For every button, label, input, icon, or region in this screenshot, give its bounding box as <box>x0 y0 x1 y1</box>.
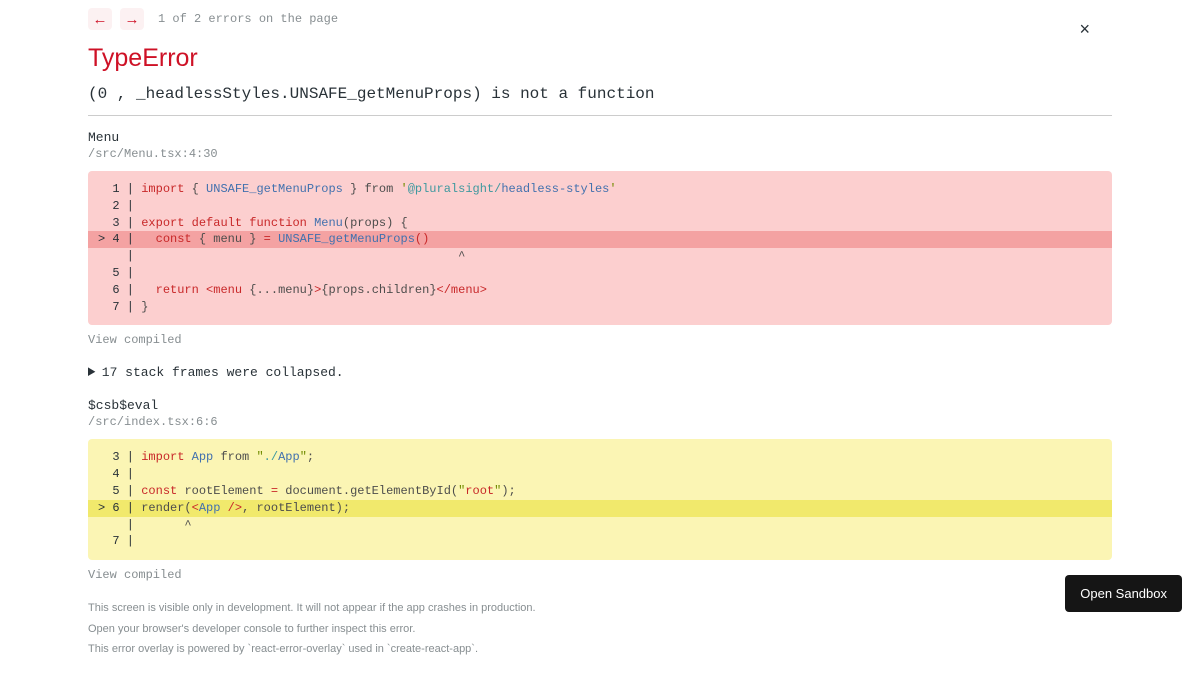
collapsed-frames-summary[interactable]: 17 stack frames were collapsed. <box>88 365 1112 380</box>
prev-error-button[interactable]: ← <box>88 8 112 30</box>
view-compiled-link[interactable]: View compiled <box>88 568 1112 582</box>
footer-line: This screen is visible only in developme… <box>88 600 1112 617</box>
view-compiled-link[interactable]: View compiled <box>88 333 1112 347</box>
stack-frame-location[interactable]: /src/Menu.tsx:4:30 <box>88 147 1112 161</box>
code-frame: 1 | import { UNSAFE_getMenuProps } from … <box>88 171 1112 325</box>
stack-frame-function: $csb$eval <box>88 398 1112 413</box>
footer-line: Open your browser's developer console to… <box>88 621 1112 638</box>
error-type-heading: TypeError <box>88 44 1112 73</box>
divider <box>88 115 1112 116</box>
footer-notes: This screen is visible only in developme… <box>88 600 1112 658</box>
stack-frame-function: Menu <box>88 130 1112 145</box>
code-frame: 3 | import App from "./App"; 4 | 5 | con… <box>88 439 1112 560</box>
open-sandbox-button[interactable]: Open Sandbox <box>1065 575 1182 612</box>
close-icon[interactable]: × <box>1079 20 1090 38</box>
next-error-button[interactable]: → <box>120 8 144 30</box>
error-pager-text: 1 of 2 errors on the page <box>158 12 338 26</box>
error-message: (0 , _headlessStyles.UNSAFE_getMenuProps… <box>88 85 1112 103</box>
footer-line: This error overlay is powered by `react-… <box>88 641 1112 658</box>
stack-frame-location[interactable]: /src/index.tsx:6:6 <box>88 415 1112 429</box>
collapsed-frames-toggle[interactable]: 17 stack frames were collapsed. <box>88 365 1112 380</box>
